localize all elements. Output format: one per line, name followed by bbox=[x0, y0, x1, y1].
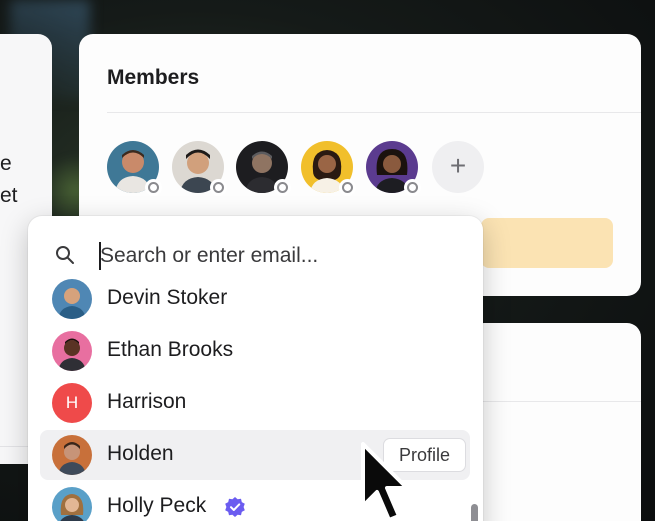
members-title: Members bbox=[107, 66, 200, 89]
list-item-name: Holden bbox=[107, 442, 174, 465]
member-avatar[interactable] bbox=[172, 141, 227, 196]
left-panel-text: e bbox=[0, 152, 12, 175]
initial-avatar: H bbox=[52, 383, 92, 423]
member-avatar[interactable] bbox=[236, 141, 291, 196]
list-item-name: Harrison bbox=[107, 390, 187, 413]
status-offline-icon bbox=[210, 179, 227, 196]
status-offline-icon bbox=[274, 179, 291, 196]
mouse-cursor-icon bbox=[361, 442, 409, 521]
list-item-name: Devin Stoker bbox=[107, 286, 228, 309]
avatar-photo bbox=[52, 487, 92, 521]
plus-icon: + bbox=[449, 150, 467, 181]
status-offline-icon bbox=[339, 179, 356, 196]
list-item[interactable]: Ethan Brooks bbox=[40, 326, 470, 376]
search-input[interactable] bbox=[100, 239, 440, 273]
add-member-button[interactable]: + bbox=[432, 141, 484, 193]
member-avatar[interactable] bbox=[107, 141, 162, 196]
member-avatar[interactable] bbox=[301, 141, 356, 196]
left-panel-text: et bbox=[0, 184, 18, 207]
avatar-photo bbox=[52, 279, 92, 319]
status-offline-icon bbox=[145, 179, 162, 196]
list-item-name: Ethan Brooks bbox=[107, 338, 234, 361]
verified-badge-icon bbox=[225, 497, 245, 517]
avatar-photo bbox=[52, 331, 92, 371]
list-item[interactable]: Devin Stoker bbox=[40, 274, 470, 324]
avatar-photo bbox=[52, 435, 92, 475]
list-item-name: Holly Peck bbox=[107, 494, 207, 517]
lower-card bbox=[470, 323, 641, 521]
text-caret bbox=[99, 242, 101, 270]
divider bbox=[107, 112, 641, 113]
divider bbox=[470, 401, 641, 402]
search-icon bbox=[56, 246, 74, 264]
list-item[interactable]: H Harrison bbox=[40, 378, 470, 428]
highlight-bar[interactable] bbox=[481, 218, 613, 268]
status-offline-icon bbox=[404, 179, 421, 196]
member-avatar[interactable] bbox=[366, 141, 421, 196]
scrollbar-thumb[interactable] bbox=[471, 504, 478, 521]
